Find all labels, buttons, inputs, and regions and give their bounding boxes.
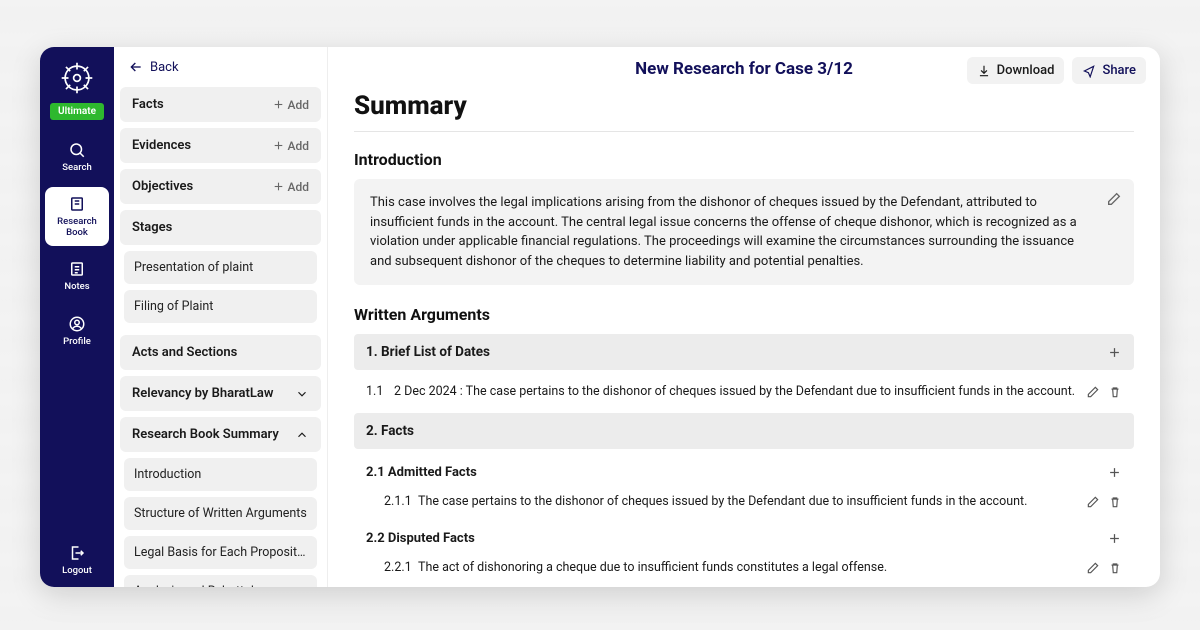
- add-facts-button[interactable]: Add: [272, 98, 309, 112]
- nav-label: Research Book: [57, 217, 97, 238]
- stage-item[interactable]: Filing of Plaint: [124, 290, 317, 323]
- summary-item[interactable]: Structure of Written Arguments: [124, 497, 317, 530]
- intro-text: This case involves the legal implication…: [370, 195, 1077, 269]
- section-objectives[interactable]: Objectives Add: [120, 169, 321, 204]
- logout-icon: [68, 544, 86, 562]
- logo-icon: [60, 61, 94, 95]
- nav-label: Profile: [63, 337, 91, 347]
- arg-title: 1. Brief List of Dates: [366, 344, 490, 360]
- intro-text-box: This case involves the legal implication…: [354, 179, 1134, 285]
- section-stages[interactable]: Stages: [120, 210, 321, 245]
- edit-icon[interactable]: [1086, 495, 1100, 509]
- section-acts[interactable]: Acts and Sections: [120, 335, 321, 370]
- download-label: Download: [997, 63, 1055, 78]
- notes-icon: [68, 260, 86, 278]
- chevron-down-icon: [295, 387, 309, 401]
- arg-brief-dates-head: 1. Brief List of Dates: [354, 334, 1134, 370]
- sidebar: Back Facts Add Evidences Add O: [114, 47, 328, 587]
- download-icon: [977, 64, 991, 78]
- section-summary[interactable]: Research Book Summary: [120, 417, 321, 452]
- arg-sub-line: 2.1.1 The case pertains to the dishonor …: [354, 488, 1134, 523]
- content-area: Summary Introduction This case involves …: [328, 91, 1160, 587]
- section-evidences[interactable]: Evidences Add: [120, 128, 321, 163]
- section-label: Stages: [132, 220, 172, 235]
- section-label: Acts and Sections: [132, 345, 237, 360]
- nav-logout[interactable]: Logout: [45, 536, 109, 584]
- main-panel: New Research for Case 3/12 Download Shar…: [328, 47, 1160, 587]
- plus-icon: [272, 139, 285, 152]
- share-button[interactable]: Share: [1072, 57, 1146, 84]
- sub-text: The case pertains to the dishonor of che…: [418, 494, 1076, 509]
- arg-facts-head: 2. Facts: [354, 413, 1134, 449]
- section-label: Evidences: [132, 138, 191, 153]
- nav-rail: Ultimate Search Research Book Notes Prof…: [40, 47, 114, 587]
- chevron-up-icon: [295, 428, 309, 442]
- nav-profile[interactable]: Profile: [45, 307, 109, 355]
- profile-icon: [68, 315, 86, 333]
- arg-sub-line: 2.2.1 The act of dishonoring a cheque du…: [354, 554, 1134, 587]
- download-button[interactable]: Download: [967, 57, 1065, 84]
- add-admitted-fact-button[interactable]: [1107, 465, 1122, 480]
- sub-title: 2.1 Admitted Facts: [366, 465, 477, 480]
- sub-title: 2.2 Disputed Facts: [366, 531, 475, 546]
- plus-icon: [272, 98, 285, 111]
- nav-label: Notes: [64, 282, 89, 292]
- share-icon: [1082, 64, 1096, 78]
- arg-num: 1.1: [366, 384, 394, 399]
- summary-item[interactable]: Legal Basis for Each Propositi…: [124, 536, 317, 569]
- delete-icon[interactable]: [1108, 561, 1122, 575]
- section-label: Research Book Summary: [132, 427, 279, 442]
- sub-num: 2.2.1: [384, 560, 418, 575]
- arrow-left-icon: [128, 59, 144, 75]
- delete-icon[interactable]: [1108, 495, 1122, 509]
- search-icon: [68, 141, 86, 159]
- edit-icon[interactable]: [1106, 191, 1122, 207]
- plus-icon: [272, 180, 285, 193]
- delete-icon[interactable]: [1108, 385, 1122, 399]
- sub-text: The act of dishonoring a cheque due to i…: [418, 560, 1076, 575]
- introduction-heading: Introduction: [354, 150, 1134, 169]
- add-disputed-fact-button[interactable]: [1107, 531, 1122, 546]
- book-icon: [68, 195, 86, 213]
- back-button[interactable]: Back: [114, 47, 327, 87]
- edit-icon[interactable]: [1086, 385, 1100, 399]
- app-frame: Ultimate Search Research Book Notes Prof…: [40, 47, 1160, 587]
- section-label: Relevancy by BharatLaw: [132, 386, 274, 401]
- summary-heading: Summary: [354, 91, 1134, 132]
- add-brief-date-button[interactable]: [1107, 345, 1122, 360]
- summary-item[interactable]: Analysis and Rebuttal: [124, 575, 317, 587]
- arg-line: 1.1 2 Dec 2024 : The case pertains to th…: [354, 378, 1134, 413]
- nav-label: Logout: [62, 566, 92, 576]
- section-label: Objectives: [132, 179, 193, 194]
- plan-badge: Ultimate: [50, 103, 104, 120]
- topbar: New Research for Case 3/12 Download Shar…: [328, 47, 1160, 91]
- nav-notes[interactable]: Notes: [45, 252, 109, 300]
- arg-title: 2. Facts: [366, 423, 414, 439]
- nav-search[interactable]: Search: [45, 133, 109, 181]
- arg-disputed-facts-head: 2.2 Disputed Facts: [354, 523, 1134, 554]
- section-facts[interactable]: Facts Add: [120, 87, 321, 122]
- section-relevancy[interactable]: Relevancy by BharatLaw: [120, 376, 321, 411]
- share-label: Share: [1102, 63, 1136, 78]
- arg-text: 2 Dec 2024 : The case pertains to the di…: [394, 384, 1076, 399]
- sub-num: 2.1.1: [384, 494, 418, 509]
- summary-item[interactable]: Introduction: [124, 458, 317, 491]
- page-title: New Research for Case 3/12: [635, 59, 853, 79]
- add-objectives-button[interactable]: Add: [272, 180, 309, 194]
- add-evidences-button[interactable]: Add: [272, 139, 309, 153]
- section-label: Facts: [132, 97, 164, 112]
- edit-icon[interactable]: [1086, 561, 1100, 575]
- stage-item[interactable]: Presentation of plaint: [124, 251, 317, 284]
- back-label: Back: [150, 60, 179, 75]
- nav-label: Search: [62, 163, 91, 173]
- arg-admitted-facts-head: 2.1 Admitted Facts: [354, 457, 1134, 488]
- nav-research-book[interactable]: Research Book: [45, 187, 109, 246]
- written-arguments-heading: Written Arguments: [354, 305, 1134, 324]
